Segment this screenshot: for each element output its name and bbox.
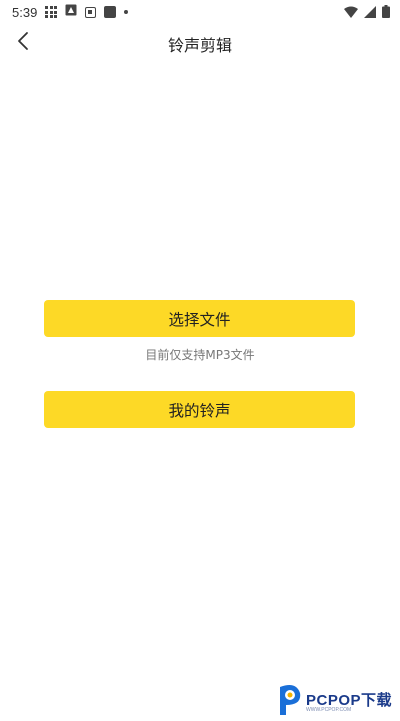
app-bar: 铃声剪辑 [0,24,400,64]
signal-icon [364,5,376,22]
grid-icon [45,6,58,18]
battery-icon [382,5,390,22]
watermark-logo-icon [276,683,304,721]
watermark-sub: WWW.PCPOP.COM [306,707,352,713]
app-icon [104,6,117,18]
page-title: 铃声剪辑 [167,36,232,55]
status-time: 5:39 [12,4,38,20]
image-icon [65,4,77,20]
my-ringtones-label: 我的铃声 [168,401,231,420]
my-ringtones-button[interactable]: 我的铃声 [44,391,355,428]
wifi-icon [344,6,358,22]
dot-icon [124,10,129,14]
status-right [344,5,390,22]
status-bar: 5:39 [0,0,400,24]
status-left: 5:39 [12,4,129,20]
select-file-button[interactable]: 选择文件 [44,300,355,337]
select-file-label: 选择文件 [168,310,231,329]
screenshot-icon [85,6,97,18]
watermark: PCPOP下载 WWW.PCPOP.COM [276,683,400,720]
format-hint: 目前仅支持MP3文件 [145,348,255,362]
